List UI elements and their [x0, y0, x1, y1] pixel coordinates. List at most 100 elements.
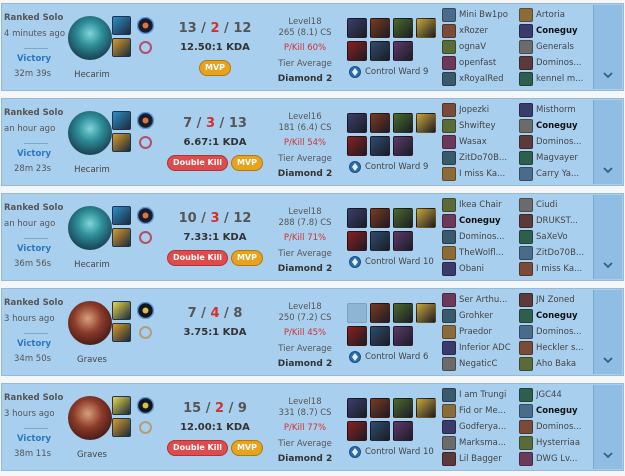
- player-entry[interactable]: Godferya...: [442, 419, 519, 434]
- player-entry[interactable]: Aho Baka: [519, 356, 596, 371]
- player-name[interactable]: Coneguy: [536, 406, 596, 416]
- player-entry[interactable]: Dominos...: [442, 229, 519, 244]
- player-entry[interactable]: Dominos...: [519, 134, 596, 149]
- player-name[interactable]: DRUKST...: [536, 216, 596, 226]
- player-entry[interactable]: Ikea Chair: [442, 197, 519, 212]
- player-name[interactable]: SaXeVo: [536, 232, 596, 242]
- item-6-icon[interactable]: [393, 231, 413, 251]
- item-1-icon[interactable]: [347, 208, 367, 228]
- player-entry[interactable]: Ciudi: [519, 197, 596, 212]
- item-3-icon[interactable]: [393, 398, 413, 418]
- champion-portrait[interactable]: [68, 206, 112, 250]
- champion-portrait[interactable]: [68, 301, 112, 345]
- player-entry[interactable]: Dominos...: [519, 55, 596, 70]
- player-name[interactable]: Carry Ya...: [536, 169, 596, 179]
- trinket-icon[interactable]: [416, 303, 436, 323]
- item-2-icon[interactable]: [370, 398, 390, 418]
- player-name[interactable]: I miss Ka...: [536, 264, 596, 274]
- player-name[interactable]: Shwiftey: [459, 121, 519, 131]
- item-5-icon[interactable]: [370, 231, 390, 251]
- player-entry[interactable]: Wasax: [442, 134, 519, 149]
- player-name[interactable]: TheWolfl...: [459, 248, 519, 258]
- player-entry[interactable]: ŽitDo70B...: [519, 245, 596, 260]
- match-card[interactable]: Ranked Solo an hour ago Victory 28m 23s Heca…: [1, 98, 624, 186]
- player-entry[interactable]: Jopezki: [442, 102, 519, 117]
- match-card[interactable]: Ranked Solo 3 hours ago Victory 38m 11s Grav…: [1, 383, 624, 471]
- trinket-icon[interactable]: [416, 113, 436, 133]
- player-name[interactable]: Dominos...: [536, 137, 596, 147]
- player-entry[interactable]: DWG Lv...: [519, 451, 596, 466]
- player-entry[interactable]: DRUKST...: [519, 213, 596, 228]
- item-5-icon[interactable]: [370, 421, 390, 441]
- player-name[interactable]: Fid or Me...: [459, 406, 519, 416]
- player-name[interactable]: Grohker: [459, 311, 519, 321]
- player-entry[interactable]: Coneguy: [442, 213, 519, 228]
- player-name[interactable]: Praedor: [459, 327, 519, 337]
- player-name[interactable]: JN Zoned: [536, 295, 596, 305]
- player-entry[interactable]: Heckler s...: [519, 340, 596, 355]
- item-5-icon[interactable]: [370, 326, 390, 346]
- player-entry[interactable]: I miss Ka...: [519, 261, 596, 276]
- player-entry[interactable]: Hysterriaa: [519, 435, 596, 450]
- player-name[interactable]: Dominos...: [459, 232, 519, 242]
- player-entry[interactable]: I miss Ka...: [442, 166, 519, 181]
- item-4-icon[interactable]: [347, 421, 367, 441]
- expand-button[interactable]: [593, 195, 622, 279]
- player-name[interactable]: Ártoria: [536, 10, 596, 20]
- player-name[interactable]: Godferya...: [459, 422, 519, 432]
- item-6-icon[interactable]: [393, 421, 413, 441]
- player-name[interactable]: Coneguy: [536, 121, 596, 131]
- player-name[interactable]: Coneguy: [459, 216, 519, 226]
- player-entry[interactable]: xRozer: [442, 23, 519, 38]
- champion-portrait[interactable]: [68, 396, 112, 440]
- player-name[interactable]: NegaticC: [459, 359, 519, 369]
- item-5-icon[interactable]: [370, 41, 390, 61]
- player-name[interactable]: Ser Arthu...: [459, 295, 519, 305]
- item-2-icon[interactable]: [370, 113, 390, 133]
- player-name[interactable]: Heckler s...: [536, 343, 596, 353]
- player-entry[interactable]: JN Zoned: [519, 292, 596, 307]
- player-name[interactable]: openfast: [459, 58, 519, 68]
- player-entry[interactable]: Praedor: [442, 324, 519, 339]
- player-entry[interactable]: Generals: [519, 39, 596, 54]
- player-name[interactable]: Inferior ADC: [459, 343, 519, 353]
- player-entry[interactable]: Ser Arthu...: [442, 292, 519, 307]
- expand-button[interactable]: [593, 385, 622, 469]
- player-entry[interactable]: JGC44: [519, 387, 596, 402]
- player-entry[interactable]: Inferior ADC: [442, 340, 519, 355]
- champion-portrait[interactable]: [68, 111, 112, 155]
- player-entry[interactable]: kennel m...: [519, 71, 596, 86]
- player-entry[interactable]: Mini Bw1po: [442, 7, 519, 22]
- player-name[interactable]: ognaV: [459, 42, 519, 52]
- player-name[interactable]: xRozer: [459, 26, 519, 36]
- player-name[interactable]: DWG Lv...: [536, 454, 596, 464]
- item-4-icon[interactable]: [347, 326, 367, 346]
- player-entry[interactable]: Dominos...: [519, 324, 596, 339]
- item-4-icon[interactable]: [347, 231, 367, 251]
- player-name[interactable]: Coneguy: [536, 26, 596, 36]
- player-name[interactable]: ŽitDo70B...: [459, 153, 519, 163]
- player-entry[interactable]: Fid or Me...: [442, 403, 519, 418]
- player-name[interactable]: Misthorm: [536, 105, 596, 115]
- item-2-icon[interactable]: [370, 208, 390, 228]
- player-entry[interactable]: openfast: [442, 55, 519, 70]
- player-name[interactable]: Hysterriaa: [536, 438, 596, 448]
- player-name[interactable]: xRoyalRed: [459, 74, 519, 84]
- player-entry[interactable]: Misthorm: [519, 102, 596, 117]
- player-entry[interactable]: Lil Bagger: [442, 451, 519, 466]
- player-entry[interactable]: Obani: [442, 261, 519, 276]
- player-entry[interactable]: ŽitDo70B...: [442, 150, 519, 165]
- item-2-icon[interactable]: [370, 18, 390, 38]
- player-entry[interactable]: I am Trungi: [442, 387, 519, 402]
- player-name[interactable]: Coneguy: [536, 311, 596, 321]
- player-entry[interactable]: Carry Ya...: [519, 166, 596, 181]
- player-entry[interactable]: Magvayer: [519, 150, 596, 165]
- champion-portrait[interactable]: [68, 16, 112, 60]
- item-6-icon[interactable]: [393, 136, 413, 156]
- player-name[interactable]: Obani: [459, 264, 519, 274]
- item-6-icon[interactable]: [393, 326, 413, 346]
- player-entry[interactable]: Coneguy: [519, 118, 596, 133]
- player-name[interactable]: Magvayer: [536, 153, 596, 163]
- item-1-icon[interactable]: [347, 398, 367, 418]
- empty-item-slot[interactable]: [347, 303, 367, 323]
